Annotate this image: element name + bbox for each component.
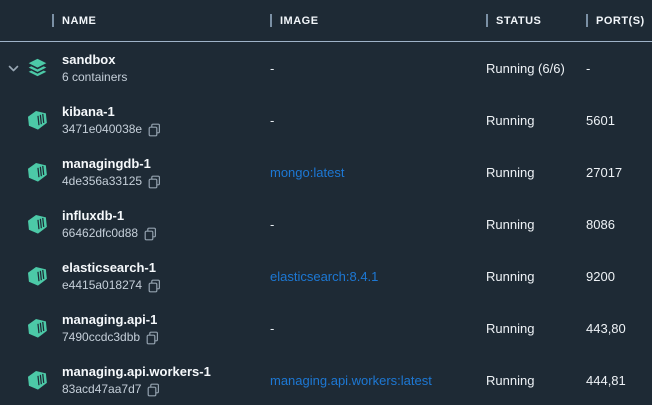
row-sub: 3471e040038e: [62, 122, 142, 137]
row-name[interactable]: sandbox: [62, 51, 270, 68]
container-icon: [26, 110, 49, 131]
container-icon: [26, 266, 49, 287]
row-ports: 9200: [586, 269, 652, 284]
container-icon: [26, 214, 49, 235]
row-image: -: [270, 61, 486, 76]
row-ports: -: [586, 61, 652, 76]
column-header-image: IMAGE: [270, 14, 486, 27]
containers-table: NAME IMAGE STATUS PORT(S): [0, 0, 652, 405]
row-status: Running: [486, 113, 586, 128]
row-sub: 66462dfc0d88: [62, 226, 138, 241]
table-header: NAME IMAGE STATUS PORT(S): [0, 0, 652, 42]
row-status: Running (6/6): [486, 61, 586, 76]
row-status: Running: [486, 373, 586, 388]
row-name[interactable]: managing.api-1: [62, 311, 270, 328]
row-status: Running: [486, 217, 586, 232]
column-header-status: STATUS: [486, 14, 586, 27]
row-status: Running: [486, 321, 586, 336]
column-header-image-label: IMAGE: [280, 15, 319, 27]
row-name[interactable]: kibana-1: [62, 103, 270, 120]
stack-icon: [26, 57, 49, 79]
copy-icon[interactable]: [148, 123, 161, 137]
table-row[interactable]: kibana-1 3471e040038e - Running 5601: [0, 94, 652, 146]
row-ports: 443,80: [586, 321, 652, 336]
row-ports: 5601: [586, 113, 652, 128]
column-header-name: NAME: [52, 14, 270, 27]
row-image[interactable]: elasticsearch:8.4.1: [270, 269, 486, 284]
table-row[interactable]: sandbox 6 containers - Running (6/6) -: [0, 42, 652, 94]
table-row[interactable]: elasticsearch-1 e4415a018274 elasticsear…: [0, 250, 652, 302]
row-image: -: [270, 113, 486, 128]
column-divider: [52, 14, 54, 27]
containers-list: sandbox 6 containers - Running (6/6) -: [0, 42, 652, 405]
table-row[interactable]: managingdb-1 4de356a33125 mongo:latest R…: [0, 146, 652, 198]
row-status: Running: [486, 269, 586, 284]
row-name[interactable]: influxdb-1: [62, 207, 270, 224]
table-row[interactable]: managing.api-1 7490ccdc3dbb - Running 44…: [0, 302, 652, 354]
copy-icon[interactable]: [148, 279, 161, 293]
row-ports: 444,81: [586, 373, 652, 388]
row-name[interactable]: managing.api.workers-1: [62, 363, 270, 380]
row-name[interactable]: managingdb-1: [62, 155, 270, 172]
column-divider: [486, 14, 488, 27]
row-name[interactable]: elasticsearch-1: [62, 259, 270, 276]
column-header-ports-label: PORT(S): [596, 15, 645, 27]
row-sub: 4de356a33125: [62, 174, 142, 189]
row-sub: 7490ccdc3dbb: [62, 330, 140, 345]
row-sub: 83acd47aa7d7: [62, 382, 141, 397]
column-header-status-label: STATUS: [496, 15, 541, 27]
row-ports: 27017: [586, 165, 652, 180]
column-divider: [270, 14, 272, 27]
table-row[interactable]: managing.api.workers-1 83acd47aa7d7 mana…: [0, 354, 652, 405]
container-icon: [26, 162, 49, 183]
copy-icon[interactable]: [148, 175, 161, 189]
row-image: -: [270, 321, 486, 336]
row-image[interactable]: mongo:latest: [270, 165, 486, 180]
copy-icon[interactable]: [146, 331, 159, 345]
column-header-ports: PORT(S): [586, 14, 652, 27]
row-sub: 6 containers: [62, 70, 127, 85]
container-icon: [26, 318, 49, 339]
row-sub: e4415a018274: [62, 278, 142, 293]
row-status: Running: [486, 165, 586, 180]
container-icon: [26, 370, 49, 391]
copy-icon[interactable]: [147, 383, 160, 397]
row-image[interactable]: managing.api.workers:latest: [270, 373, 486, 388]
chevron-down-icon[interactable]: [8, 65, 19, 72]
row-image: -: [270, 217, 486, 232]
row-ports: 8086: [586, 217, 652, 232]
column-divider: [586, 14, 588, 27]
table-row[interactable]: influxdb-1 66462dfc0d88 - Running 8086: [0, 198, 652, 250]
column-header-name-label: NAME: [62, 15, 96, 27]
copy-icon[interactable]: [144, 227, 157, 241]
